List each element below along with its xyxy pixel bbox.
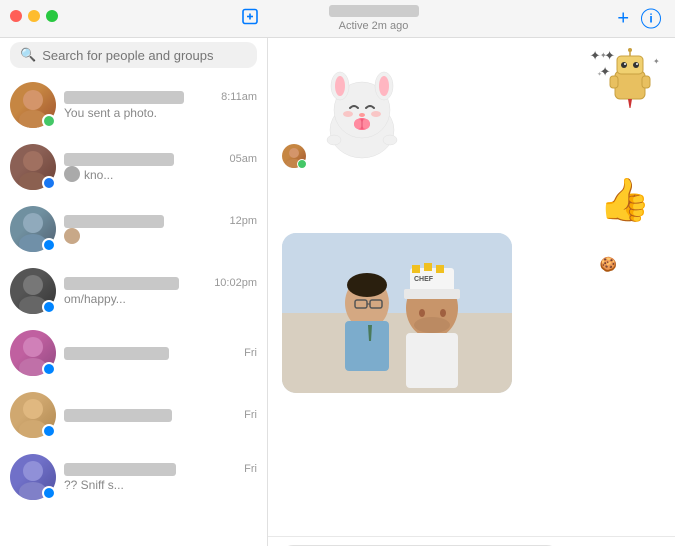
traffic-lights	[10, 10, 58, 22]
status-badge	[42, 238, 56, 252]
sticker-message	[312, 68, 412, 168]
add-contact-button[interactable]: +	[617, 7, 629, 30]
conv-time: Fri	[244, 409, 257, 421]
minimize-button[interactable]	[28, 10, 40, 22]
avatar-wrap	[10, 206, 56, 252]
conv-content: 05am kno...	[64, 153, 257, 182]
status-badge	[42, 486, 56, 500]
conv-content: 8:11am You sent a photo.	[64, 91, 257, 120]
conv-time: Fri	[244, 347, 257, 359]
conv-time: 05am	[229, 153, 257, 165]
contact-name	[64, 463, 176, 476]
status-badge	[42, 362, 56, 376]
search-bar[interactable]: 🔍	[10, 42, 257, 68]
active-indicator	[297, 159, 307, 169]
conv-preview: om/happy...	[64, 292, 257, 306]
contact-name	[64, 215, 164, 228]
close-button[interactable]	[10, 10, 22, 22]
contact-name	[64, 277, 179, 290]
active-status: Active 2m ago	[339, 20, 409, 32]
chef-photo: CHEF	[282, 233, 512, 393]
conv-preview: kno...	[84, 168, 113, 182]
chat-header-info: Active 2m ago	[329, 5, 419, 32]
photo-content: CHEF	[282, 233, 512, 393]
conv-content: Fri	[64, 409, 257, 422]
list-item[interactable]: 12pm	[0, 198, 267, 260]
avatar-wrap	[10, 144, 56, 190]
cookie-decoration: 🍪	[600, 256, 617, 273]
contact-name	[64, 347, 169, 360]
header-actions: + i	[617, 7, 661, 30]
contact-name	[64, 91, 184, 104]
chat-area: ✦ ✦ ✦	[268, 38, 675, 546]
sender-avatar-wrap	[282, 144, 306, 168]
status-badge	[42, 424, 56, 438]
conv-time: 8:11am	[221, 91, 257, 103]
conv-content: 12pm	[64, 215, 257, 244]
search-input[interactable]	[42, 48, 247, 63]
avatar-wrap	[10, 268, 56, 314]
list-item[interactable]: Fri	[0, 322, 267, 384]
avatar-wrap	[10, 454, 56, 500]
info-button[interactable]: i	[641, 9, 661, 29]
conv-time: 12pm	[229, 215, 257, 227]
sidebar: 🔍 8:11am	[0, 38, 268, 546]
compose-icon[interactable]	[240, 6, 260, 31]
robot-sticker: ✦ ✦ ✦	[595, 46, 665, 121]
conv-time: Fri	[244, 463, 257, 475]
conv-preview: ?? Sniff s...	[64, 478, 257, 492]
window-body: 🔍 8:11am	[0, 38, 675, 546]
contact-name	[64, 153, 174, 166]
status-badge	[42, 176, 56, 190]
contact-name	[64, 409, 172, 422]
status-badge	[42, 300, 56, 314]
svg-text:✦: ✦	[600, 51, 607, 60]
list-item[interactable]: 8:11am You sent a photo.	[0, 74, 267, 136]
svg-text:✦: ✦	[653, 57, 660, 66]
chat-input-area: 🙂 👍	[268, 536, 675, 546]
conv-content: Fri	[64, 347, 257, 360]
svg-text:CHEF: CHEF	[414, 276, 434, 283]
status-badge	[42, 114, 56, 128]
conv-content: Fri ?? Sniff s...	[64, 463, 257, 492]
small-avatar	[64, 166, 80, 182]
conv-content: 10:02pm om/happy...	[64, 277, 257, 306]
conv-preview: You sent a photo.	[64, 106, 257, 120]
contact-name-blur	[329, 5, 419, 17]
avatar-wrap	[10, 330, 56, 376]
fullscreen-button[interactable]	[46, 10, 58, 22]
like-message: 👍	[282, 176, 651, 225]
search-icon: 🔍	[20, 47, 36, 63]
small-avatar	[64, 228, 80, 244]
avatar-wrap	[10, 82, 56, 128]
list-item[interactable]: 10:02pm om/happy...	[0, 260, 267, 322]
like-icon[interactable]: 👍	[599, 176, 651, 225]
conversation-list: 8:11am You sent a photo.	[0, 74, 267, 546]
messages-area: ✦ ✦ ✦	[268, 38, 675, 536]
conv-time: 10:02pm	[214, 277, 257, 289]
avatar-wrap	[10, 392, 56, 438]
titlebar: Active 2m ago + i	[0, 0, 675, 38]
svg-text:✦: ✦	[597, 71, 602, 78]
list-item[interactable]: Fri ?? Sniff s...	[0, 446, 267, 508]
list-item[interactable]: Fri	[0, 384, 267, 446]
app-window: Active 2m ago + i 🔍	[0, 0, 675, 546]
list-item[interactable]: 05am kno...	[0, 136, 267, 198]
